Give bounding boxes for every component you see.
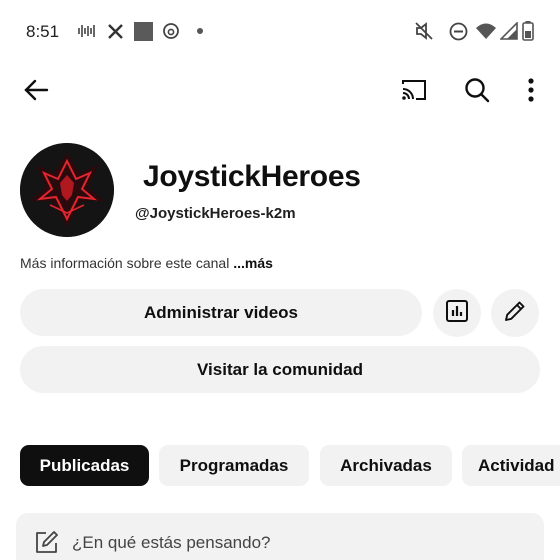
wave-icon [76, 20, 98, 42]
search-icon [464, 77, 490, 108]
composer-placeholder: ¿En qué estás pensando? [72, 533, 271, 552]
avatar[interactable] [20, 143, 114, 237]
more-vert-icon [527, 77, 535, 107]
channel-name: JoystickHeroes [143, 160, 361, 193]
dot-icon [195, 20, 205, 42]
x-logo-icon [105, 20, 125, 42]
compose-icon [34, 529, 60, 555]
status-time: 8:51 [26, 22, 60, 41]
dnd-icon [447, 20, 469, 42]
visit-community-button[interactable]: Visitar la comunidad [20, 346, 540, 393]
channel-handle: @JoystickHeroes-k2m [135, 205, 296, 222]
app-bar [0, 70, 560, 114]
analytics-button[interactable] [433, 289, 481, 337]
edit-channel-button[interactable] [491, 289, 539, 337]
back-button[interactable] [14, 70, 58, 114]
manage-videos-button[interactable]: Administrar videos [20, 289, 422, 336]
edit-pencil-icon [503, 299, 527, 328]
tab-archivadas[interactable]: Archivadas [320, 445, 452, 486]
analytics-icon [445, 299, 469, 328]
about-text: Más información sobre este canal [20, 255, 230, 271]
status-bar: 8:51 [0, 0, 560, 64]
mute-icon [412, 20, 436, 42]
back-arrow-icon [23, 78, 49, 107]
battery-icon [520, 20, 536, 42]
about-more: ...más [233, 255, 273, 271]
square-app-icon [133, 20, 153, 42]
cast-button[interactable] [392, 70, 436, 114]
tab-publicadas[interactable]: Publicadas [20, 445, 149, 486]
cast-icon [400, 78, 428, 107]
search-button[interactable] [455, 70, 499, 114]
tab-programadas[interactable]: Programadas [159, 445, 309, 486]
more-options-button[interactable] [509, 70, 553, 114]
avatar-emblem-icon [20, 143, 114, 237]
channel-about-link[interactable]: Más información sobre este canal ...más [20, 255, 273, 271]
wifi-icon [474, 20, 498, 42]
post-composer[interactable]: ¿En qué estás pensando? [16, 513, 544, 560]
tab-actividad[interactable]: Actividad [462, 445, 560, 486]
threads-icon [161, 20, 181, 42]
signal-icon [499, 20, 519, 42]
